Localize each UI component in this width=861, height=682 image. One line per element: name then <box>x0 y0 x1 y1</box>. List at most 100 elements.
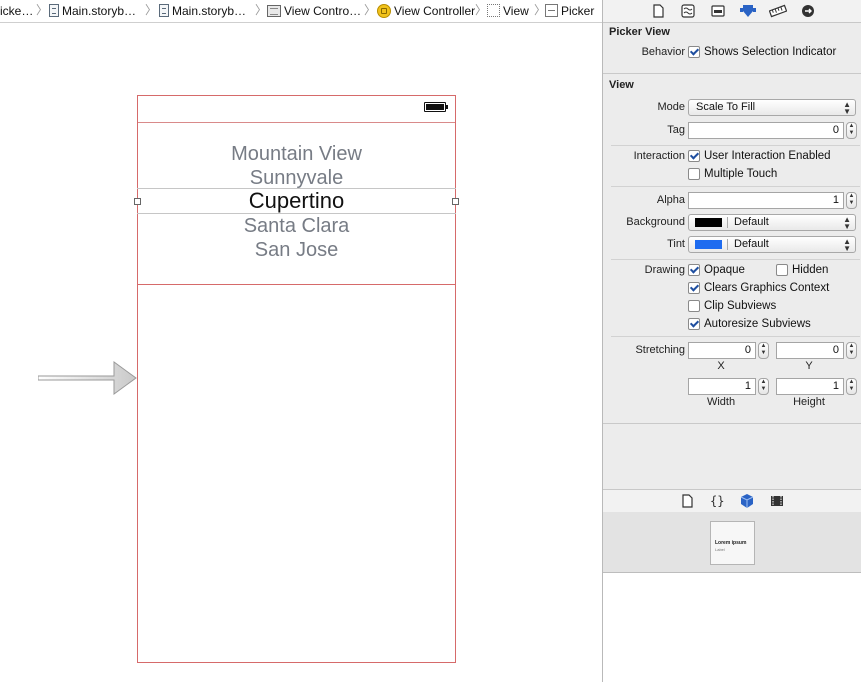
object-library-grid: Lorem ipsum Label <box>603 512 861 573</box>
attributes-inspector-icon[interactable] <box>739 2 757 20</box>
section-divider <box>603 73 861 74</box>
file-inspector-icon[interactable] <box>649 2 667 20</box>
tag-label: Tag <box>667 124 685 136</box>
breadcrumb-item-storyboard-1[interactable]: Main.storyb… <box>49 0 136 22</box>
autoresize-subviews-label: Autoresize Subviews <box>704 318 811 330</box>
picker-row[interactable]: Sunnyvale <box>137 166 456 190</box>
picker-row[interactable]: Santa Clara <box>137 214 456 238</box>
background-color-popup[interactable]: Default ▲ ▼ <box>688 214 856 231</box>
clip-subviews-label: Clip Subviews <box>704 300 777 312</box>
clip-subviews-checkbox[interactable] <box>688 300 700 312</box>
x-caption: X <box>717 360 725 372</box>
picker-row[interactable]: Mountain View <box>137 142 456 166</box>
stretching-label: Stretching <box>635 344 685 356</box>
media-library-icon[interactable] <box>768 492 786 510</box>
popup-arrows-icon: ▲ ▼ <box>843 100 851 116</box>
stretch-height-stepper[interactable]: ▲ ▼ <box>846 378 857 395</box>
breadcrumb-item-view-controller[interactable]: View Controller <box>377 0 475 22</box>
section-divider <box>603 423 861 424</box>
status-bar <box>138 96 455 123</box>
breadcrumb-item-picker[interactable]: Picker <box>545 0 594 22</box>
breadcrumb-label: Main.storyb… <box>62 4 137 18</box>
popup-separator <box>727 217 728 228</box>
battery-icon <box>424 102 448 112</box>
opaque-label: Opaque <box>704 264 745 276</box>
storyboard-canvas[interactable]: Mountain View Sunnyvale Cupertino Santa … <box>0 23 602 682</box>
shows-selection-indicator-label: Shows Selection Indicator <box>704 46 837 58</box>
background-color-swatch <box>695 218 722 227</box>
multiple-touch-checkbox[interactable] <box>688 168 700 180</box>
stretch-y-stepper[interactable]: ▲ ▼ <box>846 342 857 359</box>
library-item-thumbnail[interactable]: Lorem ipsum Label <box>710 521 755 565</box>
resize-handle-left[interactable] <box>134 198 141 205</box>
tag-stepper[interactable]: ▲ ▼ <box>846 122 857 139</box>
code-snippet-icon[interactable]: {} <box>708 492 726 510</box>
tint-color-popup[interactable]: Default ▲ ▼ <box>688 236 856 253</box>
popup-separator <box>727 239 728 250</box>
breadcrumb-label: Picker <box>561 4 595 18</box>
size-inspector-icon[interactable] <box>769 2 787 20</box>
height-caption: Height <box>793 396 825 408</box>
iphone-scene[interactable]: Mountain View Sunnyvale Cupertino Santa … <box>134 95 459 663</box>
breadcrumb-label: Main.storyb… <box>172 4 247 18</box>
chevron-right-icon: 〉 <box>475 3 488 17</box>
object-library-icon[interactable] <box>738 492 756 510</box>
storyboard-file-icon <box>159 4 169 18</box>
breadcrumb-label: View Contro… <box>284 4 362 18</box>
hidden-label: Hidden <box>792 264 829 276</box>
mode-popup[interactable]: Scale To Fill ▲ ▼ <box>688 99 856 116</box>
background-value: Default <box>734 216 769 228</box>
divider <box>611 145 860 146</box>
interaction-label: Interaction <box>633 150 685 162</box>
resize-handle-right[interactable] <box>452 198 459 205</box>
stretch-x-stepper[interactable]: ▲ ▼ <box>758 342 769 359</box>
tint-label: Tint <box>667 238 685 250</box>
initial-scene-arrow-icon[interactable] <box>38 359 138 397</box>
picker-view[interactable]: Mountain View Sunnyvale Cupertino Santa … <box>134 122 459 285</box>
chevron-right-icon: 〉 <box>36 3 49 17</box>
alpha-label: Alpha <box>656 194 685 206</box>
picker-icon <box>545 4 558 18</box>
file-template-icon[interactable] <box>678 492 696 510</box>
chevron-right-icon: 〉 <box>255 3 268 17</box>
autoresize-subviews-checkbox[interactable] <box>688 318 700 330</box>
behavior-label: Behavior <box>641 46 685 58</box>
library-empty-area <box>603 573 861 682</box>
breadcrumb-label: View <box>503 4 529 18</box>
stretch-width-field[interactable]: 1 <box>688 378 756 395</box>
picker-row[interactable]: San Jose <box>137 238 456 262</box>
divider <box>611 186 860 187</box>
alpha-stepper[interactable]: ▲ ▼ <box>846 192 857 209</box>
stretch-x-field[interactable]: 0 <box>688 342 756 359</box>
view-controller-icon <box>377 3 391 18</box>
stretch-width-stepper[interactable]: ▲ ▼ <box>758 378 769 395</box>
breadcrumb-item-view[interactable]: View <box>487 0 529 22</box>
picker-row-selected[interactable]: Cupertino <box>137 189 456 213</box>
tag-field[interactable]: 0 <box>688 122 844 139</box>
y-caption: Y <box>805 360 813 372</box>
user-interaction-enabled-checkbox[interactable] <box>688 150 700 162</box>
stretch-height-field[interactable]: 1 <box>776 378 844 395</box>
shows-selection-indicator-checkbox[interactable] <box>688 46 700 58</box>
jump-bar-breadcrumb: icke… 〉 Main.storyb… 〉 Main.storyb… 〉 Vi… <box>0 0 602 23</box>
stretch-y-field[interactable]: 0 <box>776 342 844 359</box>
section-title-view: View <box>609 79 634 91</box>
identity-inspector-icon[interactable] <box>709 2 727 20</box>
breadcrumb-label: View Controller <box>394 4 476 18</box>
section-title-picker-view: Picker View <box>609 26 670 38</box>
breadcrumb-item-scene[interactable]: View Contro… <box>267 0 361 22</box>
alpha-field[interactable]: 1 <box>688 192 844 209</box>
hidden-checkbox[interactable] <box>776 264 788 276</box>
connections-inspector-icon[interactable] <box>799 2 817 20</box>
clears-graphics-context-checkbox[interactable] <box>688 282 700 294</box>
svg-text:{}: {} <box>710 494 724 508</box>
view-controller-scene-icon <box>267 4 281 17</box>
opaque-checkbox[interactable] <box>688 264 700 276</box>
breadcrumb-item-storyboard-2[interactable]: Main.storyb… <box>159 0 246 22</box>
library-tab-bar: {} <box>603 489 861 513</box>
view-icon <box>487 4 500 18</box>
tint-color-swatch <box>695 240 722 249</box>
breadcrumb-item-project[interactable]: icke… <box>0 0 33 22</box>
quick-help-icon[interactable] <box>679 2 697 20</box>
popup-arrows-icon: ▲ ▼ <box>843 237 851 253</box>
